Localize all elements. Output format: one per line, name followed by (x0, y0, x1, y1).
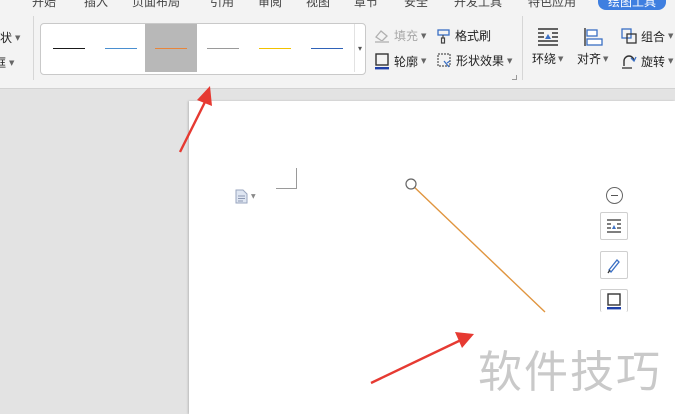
pen-style-button[interactable] (600, 251, 628, 279)
minus-icon (611, 194, 618, 197)
annotation-arrow-line (370, 338, 462, 385)
layout-options-button[interactable] (600, 212, 628, 240)
line-shape[interactable] (410, 183, 546, 313)
outline-icon (605, 292, 623, 310)
collapse-toolbar-button[interactable] (606, 187, 623, 204)
pen-icon (605, 256, 623, 274)
annotation-arrow-line (178, 97, 209, 153)
annotation-arrow-head (197, 86, 212, 106)
wrap-layout-icon (605, 218, 623, 234)
annotation-arrow-head (455, 332, 474, 348)
watermark-text: 软件技巧 (478, 347, 662, 398)
outline-style-button[interactable] (600, 289, 628, 312)
line-endpoint-handle[interactable] (405, 178, 417, 190)
